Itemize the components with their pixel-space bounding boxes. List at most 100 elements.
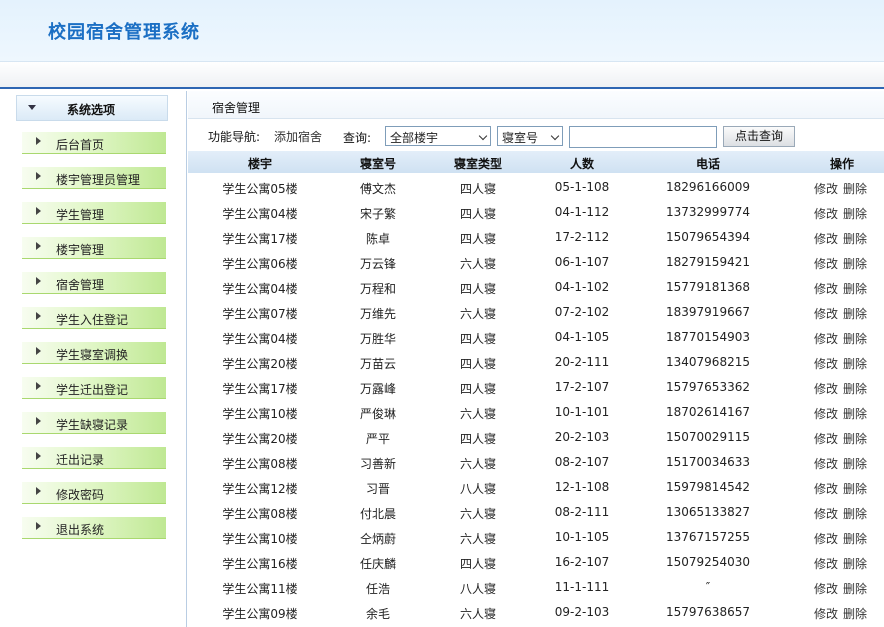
cell-phone: ″ (705, 580, 711, 594)
sidebar-item[interactable]: 楼宇管理 (22, 237, 166, 259)
sidebar-item[interactable]: 学生缺寝记录 (22, 412, 166, 434)
cell-type: 六人寝 (459, 307, 496, 321)
cell-count: 08-2-111 (554, 505, 610, 519)
delete-link[interactable]: 删除 (843, 507, 867, 521)
collapse-triangle-icon (28, 105, 36, 110)
edit-link[interactable]: 修改 (814, 482, 838, 496)
delete-link[interactable]: 删除 (843, 182, 867, 196)
edit-link[interactable]: 修改 (814, 457, 838, 471)
main-content: 宿舍管理 功能导航: 添加宿舍 查询: 全部楼宇 寝室号 点击查询 楼宇 寝室号… (188, 91, 884, 627)
delete-link[interactable]: 删除 (843, 532, 867, 546)
delete-link[interactable]: 删除 (843, 282, 867, 296)
chevron-right-icon (36, 242, 41, 250)
cell-type: 四人寝 (459, 207, 496, 221)
table-header: 楼宇 寝室号 寝室类型 人数 电话 操作 (188, 151, 884, 173)
cell-room: 仝炳蔚 (359, 532, 396, 546)
room-select-value: 寝室号 (502, 131, 539, 145)
cell-phone: 15079654394 (666, 230, 750, 244)
edit-link[interactable]: 修改 (814, 257, 838, 271)
cell-building: 学生公寓04楼 (222, 332, 298, 346)
row-actions: 修改 删除 (814, 505, 867, 522)
delete-link[interactable]: 删除 (843, 307, 867, 321)
edit-link[interactable]: 修改 (814, 507, 838, 521)
cell-room: 万胜华 (359, 332, 396, 346)
cell-room: 习晋 (365, 482, 390, 496)
edit-link[interactable]: 修改 (814, 382, 838, 396)
sidebar-item[interactable]: 学生管理 (22, 202, 166, 224)
cell-phone: 15979814542 (666, 480, 750, 494)
table-row: 学生公寓06楼 万云锋 六人寝 06-1-107 18279159421 修改 删除 (188, 250, 884, 275)
edit-link[interactable]: 修改 (814, 182, 838, 196)
delete-link[interactable]: 删除 (843, 257, 867, 271)
sidebar-header[interactable]: 系统选项 (16, 95, 168, 121)
table-row: 学生公寓08楼 付北晨 六人寝 08-2-111 13065133827 修改 删除 (188, 500, 884, 525)
building-select[interactable]: 全部楼宇 (385, 126, 491, 146)
edit-link[interactable]: 修改 (814, 532, 838, 546)
delete-link[interactable]: 删除 (843, 432, 867, 446)
search-input[interactable] (569, 126, 717, 148)
sidebar-item[interactable]: 学生入住登记 (22, 307, 166, 329)
sidebar-item[interactable]: 后台首页 (22, 132, 166, 154)
delete-link[interactable]: 删除 (843, 207, 867, 221)
delete-link[interactable]: 删除 (843, 457, 867, 471)
cell-count: 10-1-105 (554, 530, 610, 544)
edit-link[interactable]: 修改 (814, 582, 838, 596)
delete-link[interactable]: 删除 (843, 482, 867, 496)
delete-link[interactable]: 删除 (843, 332, 867, 346)
delete-link[interactable]: 删除 (843, 357, 867, 371)
chevron-right-icon (36, 347, 41, 355)
edit-link[interactable]: 修改 (814, 232, 838, 246)
cell-building: 学生公寓09楼 (222, 607, 298, 621)
delete-link[interactable]: 删除 (843, 382, 867, 396)
cell-count: 08-2-107 (554, 455, 610, 469)
sidebar-item[interactable]: 学生迁出登记 (22, 377, 166, 399)
edit-link[interactable]: 修改 (814, 282, 838, 296)
edit-link[interactable]: 修改 (814, 407, 838, 421)
edit-link[interactable]: 修改 (814, 207, 838, 221)
cell-room: 万露峰 (359, 382, 396, 396)
cell-type: 四人寝 (459, 282, 496, 296)
sidebar-item-label: 学生迁出登记 (56, 383, 129, 397)
cell-building: 学生公寓08楼 (222, 457, 298, 471)
edit-link[interactable]: 修改 (814, 607, 838, 621)
edit-link[interactable]: 修改 (814, 557, 838, 571)
cell-count: 11-1-111 (554, 580, 610, 594)
delete-link[interactable]: 删除 (843, 232, 867, 246)
table-row: 学生公寓10楼 严俊琳 六人寝 10-1-101 18702614167 修改 删除 (188, 400, 884, 425)
sidebar-item[interactable]: 修改密码 (22, 482, 166, 504)
cell-type: 四人寝 (459, 557, 496, 571)
cell-count: 16-2-107 (554, 555, 610, 569)
chevron-down-icon (478, 131, 488, 141)
cell-room: 万云锋 (359, 257, 396, 271)
sidebar-item[interactable]: 楼宇管理员管理 (22, 167, 166, 189)
row-actions: 修改 删除 (814, 180, 867, 197)
add-dorm-link[interactable]: 添加宿舍 (274, 128, 322, 145)
chevron-right-icon (36, 522, 41, 530)
delete-link[interactable]: 删除 (843, 557, 867, 571)
app-title: 校园宿舍管理系统 (48, 22, 200, 43)
sidebar-item[interactable]: 退出系统 (22, 517, 166, 539)
edit-link[interactable]: 修改 (814, 432, 838, 446)
delete-link[interactable]: 删除 (843, 582, 867, 596)
cell-building: 学生公寓06楼 (222, 257, 298, 271)
delete-link[interactable]: 删除 (843, 607, 867, 621)
sidebar-item[interactable]: 宿舍管理 (22, 272, 166, 294)
edit-link[interactable]: 修改 (814, 332, 838, 346)
edit-link[interactable]: 修改 (814, 307, 838, 321)
row-actions: 修改 删除 (814, 230, 867, 247)
cell-room: 万程和 (359, 282, 396, 296)
edit-link[interactable]: 修改 (814, 357, 838, 371)
cell-phone: 18770154903 (666, 330, 750, 344)
query-button[interactable]: 点击查询 (723, 126, 795, 147)
room-select[interactable]: 寝室号 (497, 126, 563, 146)
delete-link[interactable]: 删除 (843, 407, 867, 421)
sidebar-item[interactable]: 学生寝室调换 (22, 342, 166, 364)
sidebar-item-label: 退出系统 (56, 523, 105, 537)
cell-phone: 13065133827 (666, 505, 750, 519)
cell-room: 付北晨 (359, 507, 396, 521)
row-actions: 修改 删除 (814, 305, 867, 322)
sidebar-item[interactable]: 迁出记录 (22, 447, 166, 469)
row-actions: 修改 删除 (814, 605, 867, 622)
cell-building: 学生公寓04楼 (222, 282, 298, 296)
row-actions: 修改 删除 (814, 255, 867, 272)
